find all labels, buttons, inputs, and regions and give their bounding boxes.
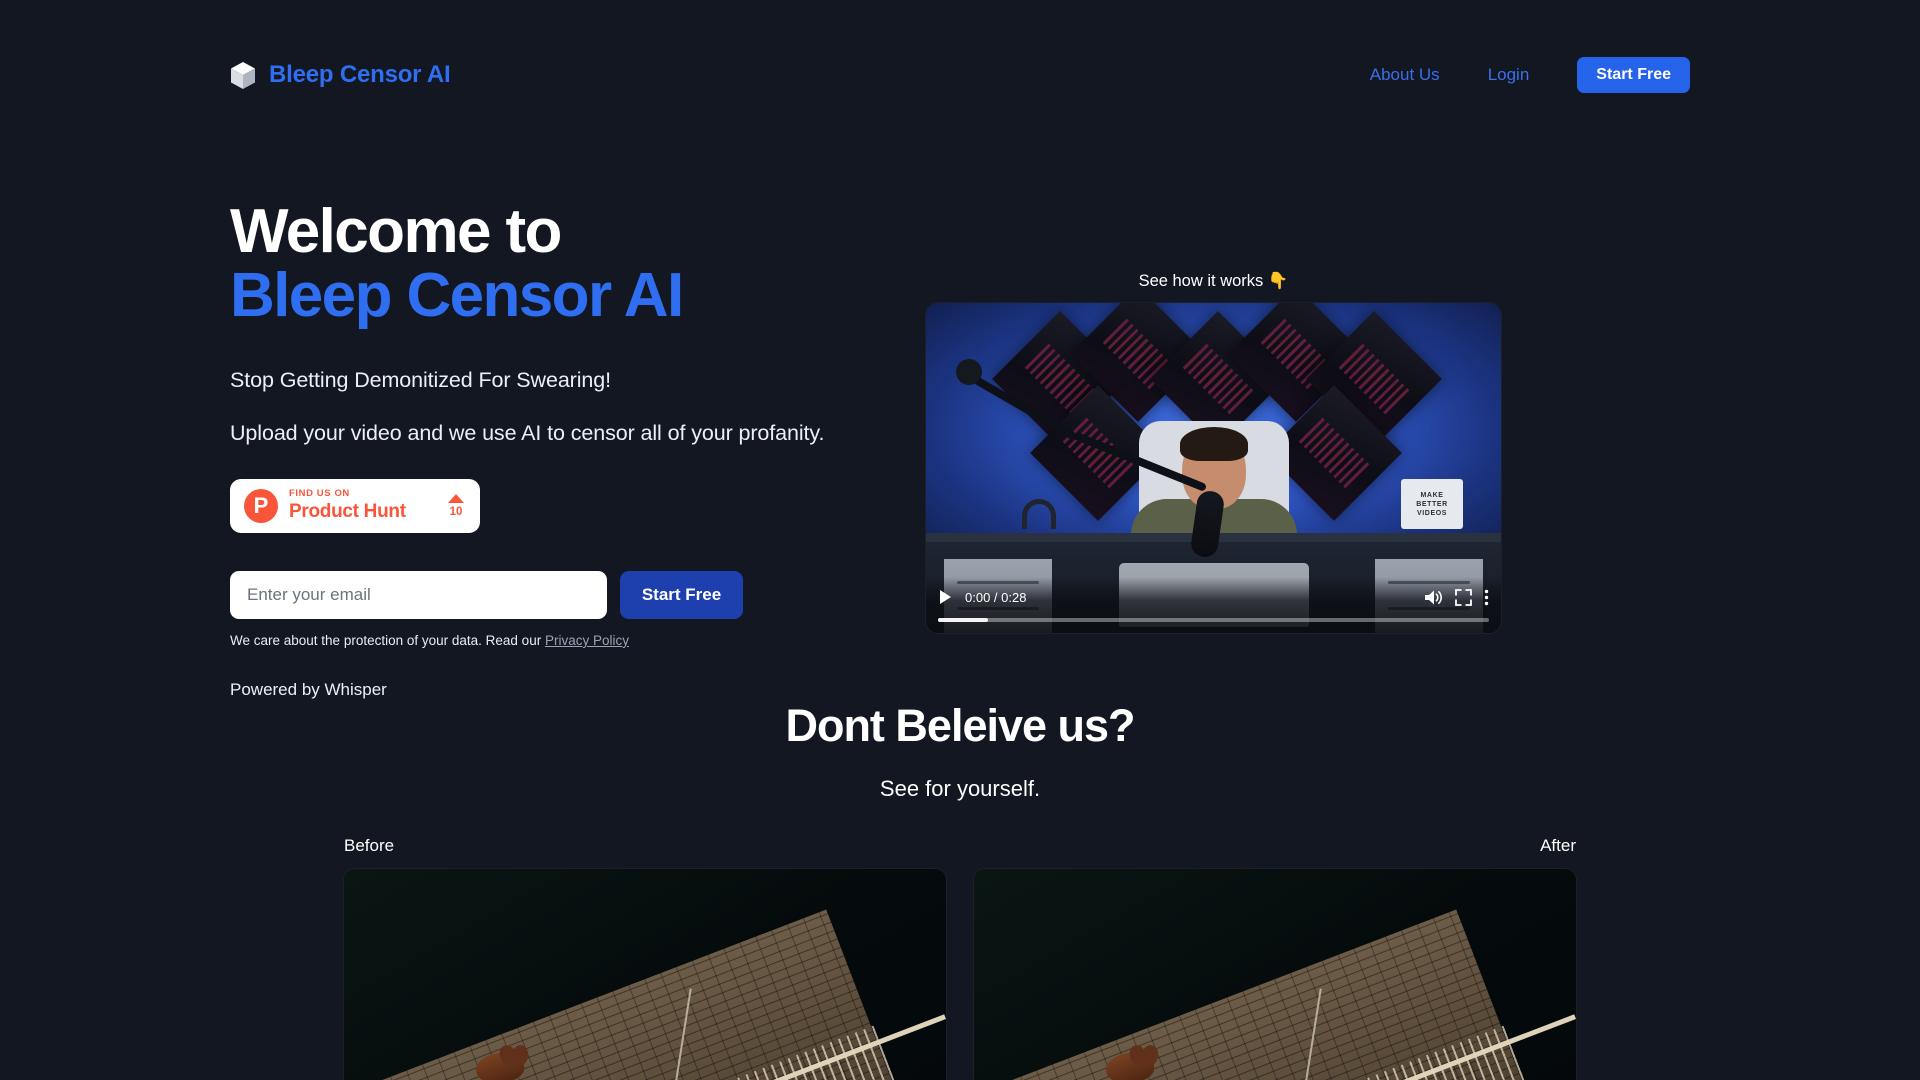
video-controls-row: 0:00 / 0:28 [938, 583, 1489, 611]
hero-description: Upload your video and we use AI to censo… [230, 420, 825, 445]
product-hunt-name: Product Hunt [289, 500, 406, 522]
wall-sign-line-2: BETTER [1416, 500, 1448, 508]
nav-link-login[interactable]: Login [1488, 65, 1530, 85]
privacy-note-text: We care about the protection of your dat… [230, 632, 542, 648]
deer-subject [1104, 1043, 1230, 1080]
brand-logo[interactable]: Bleep Censor AI [230, 61, 451, 90]
product-hunt-kicker: FIND US ON [289, 488, 350, 500]
volume-icon[interactable] [1424, 589, 1443, 606]
after-video-player[interactable]: ANGU BEE [974, 869, 1576, 1080]
nav-start-free-button[interactable]: Start Free [1577, 57, 1690, 93]
triangle-up-icon [448, 493, 464, 503]
wall-sign: MAKE BETTER VIDEOS [1401, 479, 1463, 529]
hero-start-free-button[interactable]: Start Free [620, 570, 743, 619]
comparison-column-after: After ANGU BEE [974, 836, 1576, 1080]
hero-title-line-2: Bleep Censor AI [230, 261, 684, 331]
comparison-label-before: Before [344, 836, 395, 855]
main-navigation: About Us Login Start Free [1370, 57, 1690, 93]
demo-video-player[interactable]: MAKE BETTER VIDEOS 0:00 / 0:28 [926, 303, 1501, 633]
email-signup-form: Start Free [230, 570, 850, 619]
comparison-grid: Before ANGU BEE [230, 836, 1690, 1080]
video-time-display: 0:00 / 0:28 [965, 589, 1027, 605]
hero-subtitle: Stop Getting Demonitized For Swearing! [230, 367, 611, 392]
comparison-subtitle: See for yourself. [879, 776, 1041, 801]
email-input[interactable] [230, 570, 607, 619]
product-hunt-badge[interactable]: P FIND US ON Product Hunt 10 [230, 478, 480, 533]
product-hunt-text: FIND US ON Product Hunt [289, 488, 437, 522]
comparison-section: Dont Beleive us? See for yourself. Befor… [0, 700, 1920, 1080]
privacy-note: We care about the protection of your dat… [230, 633, 850, 648]
person-hair [1179, 427, 1248, 461]
hero-title: Welcome to Bleep Censor AI [230, 197, 850, 331]
boom-arm-joint [956, 359, 982, 385]
deer-subject [474, 1043, 600, 1080]
deer-ear [1140, 1043, 1161, 1067]
fullscreen-icon[interactable] [1455, 588, 1472, 606]
deer-ear [510, 1043, 531, 1067]
product-hunt-logo-icon: P [244, 488, 278, 523]
video-progress-buffered [938, 618, 988, 622]
privacy-policy-link[interactable]: Privacy Policy [545, 633, 629, 648]
wall-sign-line-1: MAKE [1420, 491, 1444, 499]
comparison-label-after: After [1540, 836, 1576, 855]
kebab-menu-icon[interactable] [1484, 589, 1489, 606]
brand-name: Bleep Censor AI [269, 61, 451, 88]
cube-icon [230, 61, 256, 90]
product-hunt-votes: 10 [448, 493, 466, 519]
hero-section: Welcome to Bleep Censor AI Stop Getting … [0, 197, 1920, 700]
hero-content: Welcome to Bleep Censor AI Stop Getting … [230, 197, 850, 700]
nav-link-about-us[interactable]: About Us [1370, 65, 1440, 85]
comparison-column-before: Before ANGU BEE [344, 836, 946, 1080]
landing-page: Bleep Censor AI About Us Login Start Fre… [0, 0, 1920, 1080]
video-progress-bar[interactable] [938, 618, 1489, 622]
hero-video-block: See how it works 👇 MAKE BETTER VIDEOS 0:… [926, 200, 1501, 633]
video-controls-bar: 0:00 / 0:28 [926, 577, 1501, 633]
hero-title-line-1: Welcome to [230, 197, 562, 266]
headphones [1022, 499, 1056, 529]
video-caption: See how it works 👇 [1138, 272, 1289, 290]
product-hunt-vote-count: 10 [449, 505, 463, 518]
wall-sign-line-3: VIDEOS [1416, 509, 1448, 517]
before-video-player[interactable]: ANGU BEE [344, 869, 946, 1080]
play-icon[interactable] [938, 589, 953, 605]
site-header: Bleep Censor AI About Us Login Start Fre… [0, 0, 1920, 150]
powered-by-label: Powered by Whisper [230, 679, 387, 699]
comparison-title: Dont Beleive us? [785, 700, 1135, 751]
